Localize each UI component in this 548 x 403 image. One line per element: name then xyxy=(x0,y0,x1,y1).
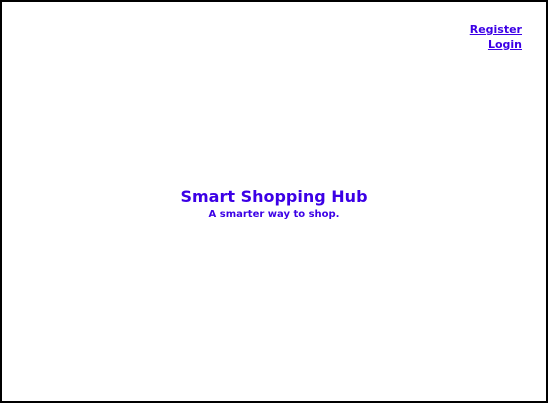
auth-nav: Register Login xyxy=(470,22,522,52)
register-link[interactable]: Register xyxy=(470,22,522,37)
site-title: Smart Shopping Hub xyxy=(180,187,368,206)
login-link[interactable]: Login xyxy=(488,37,522,52)
hero-section: Smart Shopping Hub A smarter way to shop… xyxy=(2,186,546,222)
site-tagline: A smarter way to shop. xyxy=(208,209,340,220)
page-frame: Register Login Smart Shopping Hub A smar… xyxy=(0,0,548,403)
